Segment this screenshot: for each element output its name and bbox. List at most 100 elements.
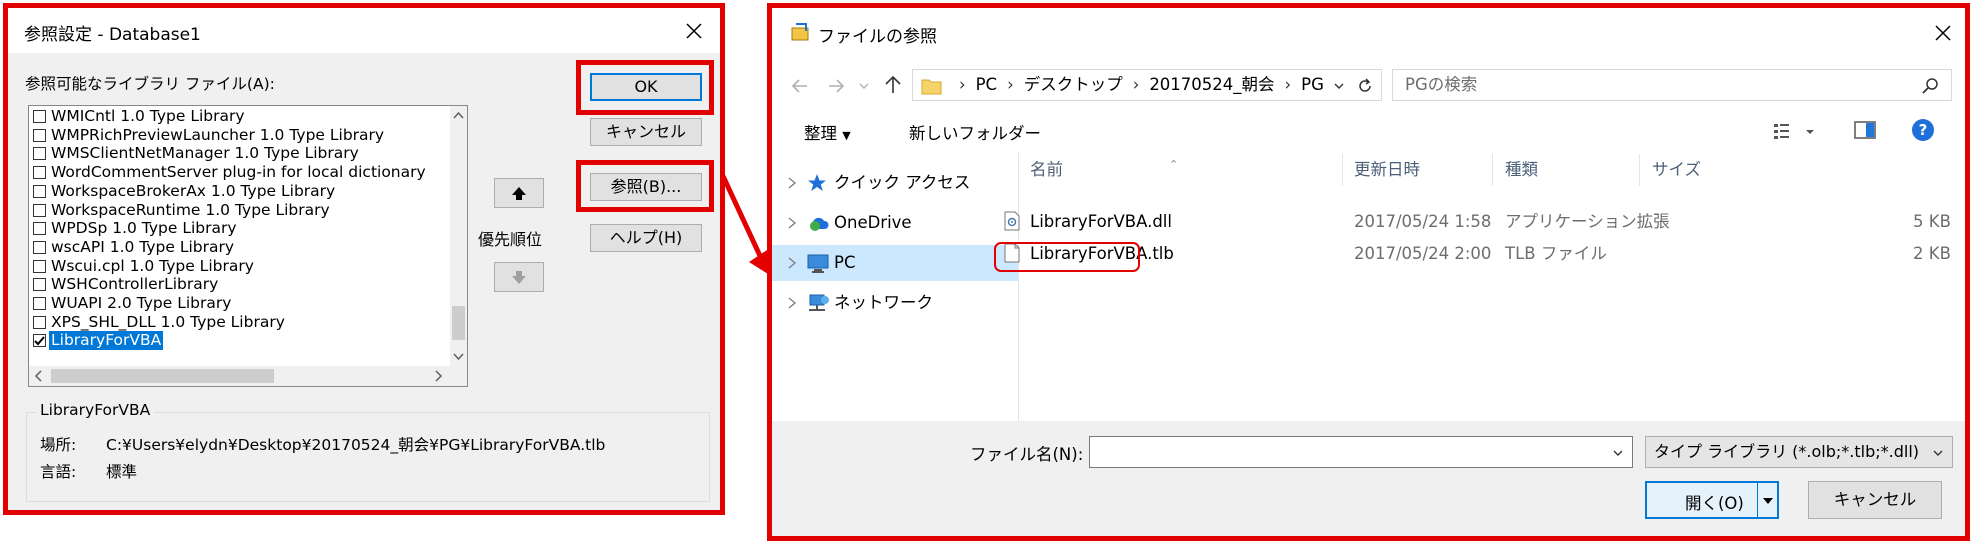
star-icon — [806, 172, 828, 194]
library-checkbox[interactable] — [33, 184, 46, 198]
refresh-icon[interactable] — [1356, 77, 1374, 95]
library-checkbox[interactable] — [33, 278, 46, 292]
file-size: 5 KB — [1913, 212, 1951, 231]
info-group-title: LibraryForVBA — [36, 401, 155, 419]
nav-item[interactable]: クイック アクセス — [772, 165, 1018, 201]
search-input[interactable]: PGの検索 — [1392, 69, 1952, 101]
library-checkbox[interactable] — [33, 315, 46, 329]
breadcrumb-separator-icon[interactable]: › — [1285, 75, 1292, 94]
language-value: 標準 — [106, 463, 138, 481]
file-browse-dialog: ファイルの参照 › PC › デスクトップ › 20170524_朝会 › PG PGの検索 … — [767, 3, 1970, 541]
nav-label: OneDrive — [834, 213, 912, 232]
library-list[interactable]: WMICntl 1.0 Type Library WMPRichPreviewLa… — [28, 105, 468, 387]
nav-item[interactable]: OneDrive — [772, 205, 1018, 241]
library-checkbox[interactable] — [33, 240, 46, 254]
folder-icon — [921, 79, 942, 95]
new-folder-button[interactable]: 新しいフォルダー — [909, 120, 1041, 144]
nav-item[interactable]: ネットワーク — [772, 285, 1018, 321]
vertical-scrollbar[interactable] — [450, 106, 467, 366]
up-icon[interactable] — [882, 74, 904, 96]
navigation-pane: クイック アクセス OneDrive PC ネットワーク — [772, 153, 1019, 421]
info-group — [26, 412, 710, 502]
file-type-dropdown-icon — [1933, 450, 1943, 456]
library-checkbox[interactable] — [33, 222, 46, 236]
expand-chevron-icon[interactable] — [786, 256, 798, 270]
filename-input[interactable] — [1089, 436, 1633, 468]
library-checkbox[interactable] — [33, 297, 46, 310]
view-options-icon[interactable] — [1772, 121, 1818, 141]
breadcrumb-segment[interactable]: PG — [1301, 75, 1324, 94]
library-name: Wscui.cpl 1.0 Type Library — [51, 256, 254, 275]
search-icon — [1922, 78, 1938, 94]
help-button[interactable]: ヘルプ(H) — [590, 224, 702, 252]
expand-chevron-icon[interactable] — [786, 176, 798, 190]
organize-button[interactable]: 整理 ▼ — [804, 120, 851, 144]
sort-indicator-icon: ⌃ — [1169, 158, 1179, 171]
breadcrumb-separator-icon[interactable]: › — [959, 75, 966, 94]
file-modified: 2017/05/24 2:00 — [1354, 244, 1492, 263]
library-checkbox[interactable] — [33, 259, 46, 273]
library-name: WordCommentServer plug-in for local dict… — [51, 163, 426, 182]
organize-label: 整理 — [804, 124, 837, 143]
library-name: wscAPI 1.0 Type Library — [51, 237, 235, 256]
column-modified-header[interactable]: 更新日時 — [1354, 154, 1420, 186]
list-label: 参照可能なライブラリ ファイル(A): — [25, 75, 275, 93]
library-checkbox[interactable] — [33, 128, 46, 142]
file-row[interactable]: LibraryForVBA.dll 2017/05/24 1:58 アプリケーション… — [994, 207, 1954, 237]
library-name: WMPRichPreviewLauncher 1.0 Type Library — [51, 125, 385, 144]
library-name: LibraryForVBA — [49, 331, 164, 351]
network-icon — [806, 292, 830, 314]
column-name-header[interactable]: 名前 — [1030, 154, 1063, 186]
location-label: 場所: — [40, 436, 77, 454]
cancel-button[interactable]: キャンセル — [590, 118, 702, 146]
file-type: TLB ファイル — [1505, 244, 1607, 263]
references-dialog: 参照設定 - Database1 参照可能なライブラリ ファイル(A): WMI… — [3, 3, 725, 515]
library-name: XPS_SHL_DLL 1.0 Type Library — [51, 312, 285, 331]
library-checkbox[interactable] — [33, 203, 46, 217]
library-name: WMSClientNetManager 1.0 Type Library — [51, 144, 359, 163]
horizontal-scrollbar[interactable] — [29, 366, 450, 386]
filename-dropdown-icon[interactable] — [1612, 447, 1624, 459]
back-icon[interactable] — [790, 76, 810, 96]
close-icon[interactable] — [1932, 22, 1954, 44]
expand-chevron-icon[interactable] — [786, 216, 798, 230]
connector-arrow — [720, 174, 771, 276]
breadcrumb-separator-icon[interactable]: › — [1007, 75, 1014, 94]
close-icon[interactable] — [683, 20, 705, 42]
address-bar[interactable]: › PC › デスクトップ › 20170524_朝会 › PG — [912, 69, 1382, 101]
priority-up-button[interactable] — [494, 178, 544, 208]
dialog-title: 参照設定 - Database1 — [24, 25, 201, 45]
library-checkbox[interactable] — [33, 147, 46, 161]
open-button[interactable]: 開く(O) — [1645, 481, 1779, 519]
address-dropdown-icon[interactable] — [1333, 80, 1345, 92]
breadcrumb-segment[interactable]: 20170524_朝会 — [1149, 75, 1274, 94]
forward-icon[interactable] — [826, 76, 846, 96]
library-checkbox[interactable] — [33, 110, 46, 123]
open-dropdown-icon[interactable] — [1761, 495, 1775, 507]
browse-button[interactable]: 参照(B)... — [590, 173, 702, 201]
recent-chevron-icon[interactable] — [858, 80, 870, 92]
library-checkbox[interactable] — [33, 334, 46, 348]
column-size-header[interactable]: サイズ — [1652, 154, 1701, 186]
breadcrumb-segment[interactable]: PC — [976, 75, 997, 94]
cloud-icon — [806, 212, 830, 234]
nav-item[interactable]: PC — [772, 245, 1018, 281]
cancel-button[interactable]: キャンセル — [1808, 481, 1942, 519]
tlb-file-highlight — [994, 242, 1140, 272]
library-name: WPDSp 1.0 Type Library — [51, 219, 237, 238]
column-type-header[interactable]: 種類 — [1505, 154, 1538, 186]
column-separator — [1342, 154, 1343, 186]
nav-label: ネットワーク — [834, 293, 933, 312]
library-checkbox[interactable] — [33, 166, 46, 180]
folder-title-icon — [790, 22, 810, 42]
expand-chevron-icon[interactable] — [786, 296, 798, 310]
file-type-select[interactable]: タイプ ライブラリ (*.olb;*.tlb;*.dll) — [1645, 436, 1953, 468]
preview-pane-icon[interactable] — [1854, 120, 1876, 140]
priority-label: 優先順位 — [478, 230, 543, 249]
help-icon[interactable]: ? — [1911, 118, 1935, 142]
breadcrumb-separator-icon[interactable]: › — [1133, 75, 1140, 94]
priority-down-button[interactable] — [494, 262, 544, 292]
breadcrumb-segment[interactable]: デスクトップ — [1024, 75, 1123, 94]
svg-text:?: ? — [1919, 121, 1928, 139]
ok-button[interactable]: OK — [590, 73, 702, 101]
